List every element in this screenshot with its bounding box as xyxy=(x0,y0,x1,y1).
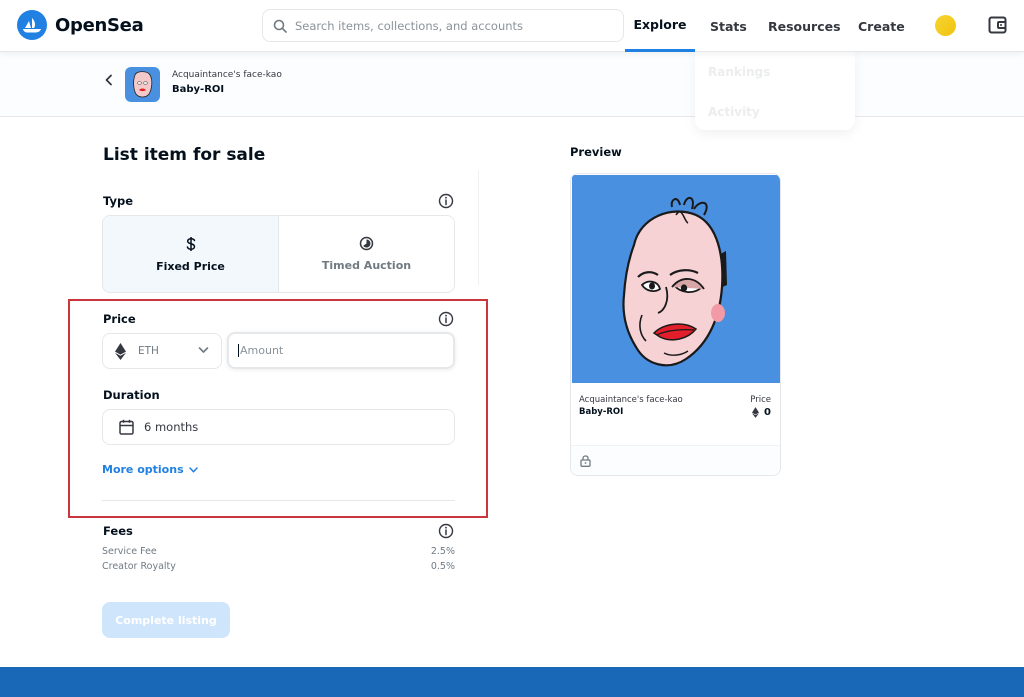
type-label: Type xyxy=(103,194,134,208)
breadcrumb-item-name: Baby-ROI xyxy=(172,84,225,95)
info-icon[interactable] xyxy=(438,193,454,209)
nft-image xyxy=(572,175,780,383)
amount-input[interactable] xyxy=(238,344,438,357)
ethereum-icon xyxy=(115,342,126,360)
card-item-name: Baby-ROI xyxy=(579,407,624,417)
search-icon xyxy=(273,19,287,33)
chevron-left-icon[interactable] xyxy=(104,74,114,86)
wallet-icon[interactable] xyxy=(988,16,1008,34)
duration-select[interactable]: 6 months xyxy=(102,409,455,445)
duration-label: Duration xyxy=(103,388,160,402)
fees-label: Fees xyxy=(103,524,133,538)
fee-name: Creator Royalty xyxy=(102,561,176,572)
dollar-icon xyxy=(186,236,195,251)
card-info: Acquaintance's face-kao Baby-ROI Price 0 xyxy=(571,383,780,445)
preview-card[interactable]: Acquaintance's face-kao Baby-ROI Price 0 xyxy=(570,173,781,476)
fee-row-royalty: Creator Royalty 0.5% xyxy=(102,561,455,572)
duration-value: 6 months xyxy=(144,420,199,434)
preview-label: Preview xyxy=(570,145,622,159)
card-price-label: Price xyxy=(750,395,771,405)
info-icon[interactable] xyxy=(438,311,454,327)
chevron-down-icon xyxy=(188,466,198,473)
top-navbar: OpenSea Explore Stats Resources Create xyxy=(0,0,1024,52)
item-thumbnail[interactable] xyxy=(125,67,160,102)
card-price: 0 xyxy=(752,407,771,418)
fee-value: 2.5% xyxy=(430,546,455,557)
listing-type-selector: Fixed Price Timed Auction xyxy=(102,215,455,293)
page-title: List item for sale xyxy=(103,145,266,165)
search-bar[interactable] xyxy=(262,9,624,42)
lock-icon xyxy=(580,455,591,467)
price-label: Price xyxy=(103,312,136,326)
more-options-toggle[interactable]: More options xyxy=(102,463,198,476)
dropdown-item-activity[interactable]: Activity xyxy=(708,105,760,119)
type-timed-auction[interactable]: Timed Auction xyxy=(279,216,454,292)
breadcrumb-collection[interactable]: Acquaintance's face-kao xyxy=(172,70,282,80)
opensea-logo[interactable]: OpenSea xyxy=(17,10,144,40)
chevron-down-icon xyxy=(198,347,209,353)
dropdown-item-rankings[interactable]: Rankings xyxy=(708,65,770,79)
fee-row-service: Service Fee 2.5% xyxy=(102,546,455,557)
fee-name: Service Fee xyxy=(102,546,157,557)
nav-resources[interactable]: Resources xyxy=(768,0,841,52)
currency-value: ETH xyxy=(138,345,159,357)
complete-listing-button[interactable]: Complete listing xyxy=(102,602,230,638)
amount-field[interactable] xyxy=(227,332,455,369)
opensea-logo-icon xyxy=(17,10,47,40)
currency-select[interactable]: ETH xyxy=(102,333,222,369)
fee-value: 0.5% xyxy=(430,561,455,572)
card-footer xyxy=(571,445,780,475)
breadcrumb: Acquaintance's face-kao Baby-ROI xyxy=(0,52,1024,117)
logo-text: OpenSea xyxy=(55,14,144,36)
ethereum-icon xyxy=(752,407,760,418)
profile-avatar[interactable] xyxy=(935,15,956,36)
type-fixed-price[interactable]: Fixed Price xyxy=(103,216,279,292)
footer xyxy=(0,667,1024,697)
info-icon[interactable] xyxy=(438,523,454,539)
type-timed-auction-label: Timed Auction xyxy=(321,259,412,272)
search-input[interactable] xyxy=(295,18,605,33)
explore-dropdown: Rankings Activity xyxy=(695,52,855,130)
card-collection: Acquaintance's face-kao xyxy=(579,395,683,405)
nav-stats[interactable]: Stats xyxy=(710,0,747,52)
calendar-icon xyxy=(119,419,134,435)
section-divider xyxy=(102,500,455,501)
card-price-value: 0 xyxy=(764,407,771,418)
nav-explore[interactable]: Explore xyxy=(625,0,695,52)
clock-icon xyxy=(359,236,374,251)
more-options-label: More options xyxy=(102,463,184,476)
column-divider xyxy=(478,170,479,285)
nav-create[interactable]: Create xyxy=(858,0,905,52)
type-fixed-price-label: Fixed Price xyxy=(156,259,225,273)
